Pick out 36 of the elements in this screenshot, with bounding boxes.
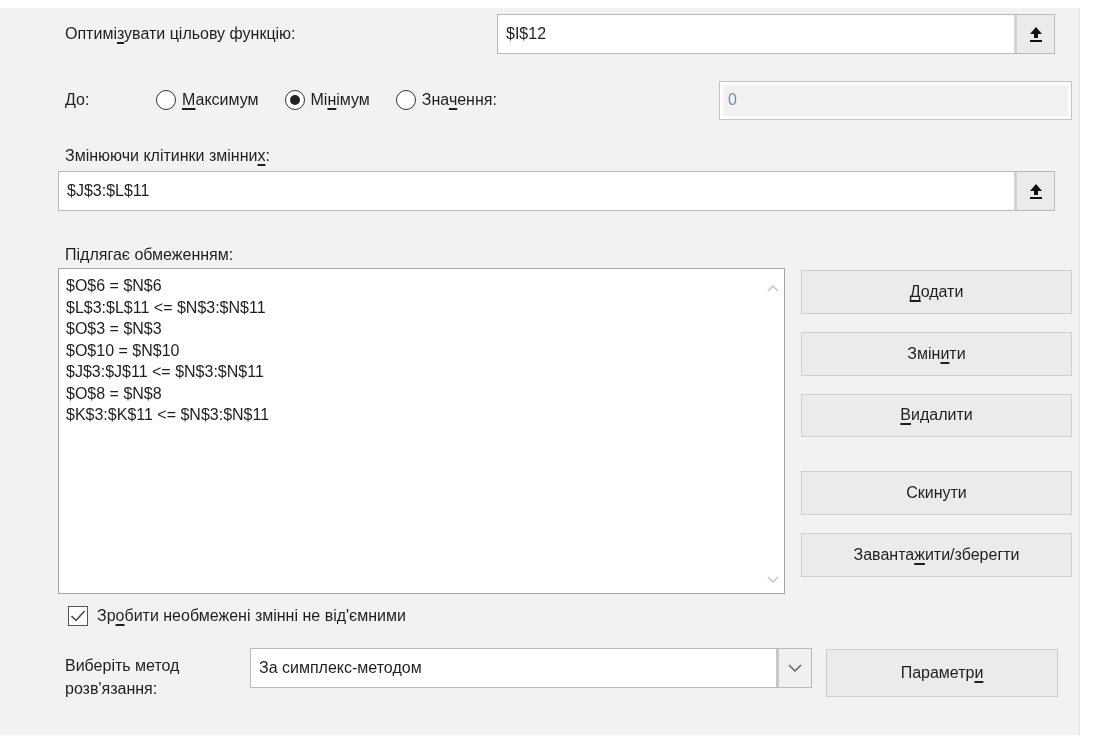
constraint-item[interactable]: $O$6 = $N$6 [66, 275, 162, 297]
radio-button[interactable] [284, 90, 305, 110]
constraint-item[interactable]: $K$3:$K$11 <= $N$3:$N$11 [66, 404, 270, 426]
constraints-label: Підлягає обмеженням: [64, 246, 235, 265]
objective-label: Оптимізувати цільову функцію: [64, 25, 297, 43]
radio-option[interactable]: Значення: [395, 90, 497, 110]
constraint-item[interactable]: $O$3 = $N$3 [66, 318, 162, 340]
constraints-list[interactable]: $O$6 = $N$6 $L$3:$L$11 <= $N$3:$N$11 $O$3 = $N$3 $O$10 = $N$10 $J$3:$J$11 <= $N$3:$N$11 $O$8 = $N$8 $K$3:$K$11 <= $N$3:$N$11 [58, 268, 785, 594]
upload-arrow-icon [1028, 183, 1043, 199]
to-label: До: [64, 91, 91, 109]
collapse-button[interactable] [1014, 172, 1054, 210]
nonnegative-option[interactable]: Зробити необмежені змінні не від'ємними [68, 604, 1072, 628]
radio-button[interactable] [156, 90, 176, 110]
dialog-button[interactable]: Додати [801, 270, 1072, 314]
radio-option[interactable]: Мінімум [284, 90, 370, 110]
variables-label: Змінюючи клітинки змінних: [64, 147, 271, 166]
constraint-item[interactable]: $J$3:$J$11 <= $N$3:$N$11 [66, 361, 264, 383]
checkbox[interactable] [68, 606, 88, 626]
dialog-button[interactable]: Видалити [801, 393, 1072, 438]
dialog-button[interactable]: Скинути [801, 471, 1072, 516]
constraint-item[interactable]: $O$10 = $N$10 [66, 339, 180, 361]
checkmark-icon [70, 609, 86, 623]
radio-button[interactable] [395, 90, 416, 110]
constraint-item[interactable]: $L$3:$L$11 <= $N$3:$N$11 [66, 296, 266, 318]
radio-option[interactable]: Максимум [156, 90, 259, 110]
method-label: Виберіть метод розв'язання: [64, 656, 181, 699]
dialog-button[interactable]: Завантажити/зберегти [801, 533, 1072, 577]
variables-field[interactable]: $J$3:$L$11 [58, 171, 1055, 211]
objective-field[interactable]: $I$12 [497, 14, 1055, 54]
chevron-down-icon [788, 664, 802, 672]
collapse-button[interactable] [1014, 15, 1054, 53]
upload-arrow-icon [1028, 26, 1043, 42]
method-dropdown[interactable]: За симплекс-методом [250, 648, 812, 688]
constraint-item[interactable]: $O$8 = $N$8 [66, 382, 162, 404]
dialog-button[interactable]: Змінити [801, 331, 1072, 376]
options-button[interactable]: Параметри [826, 649, 1058, 697]
